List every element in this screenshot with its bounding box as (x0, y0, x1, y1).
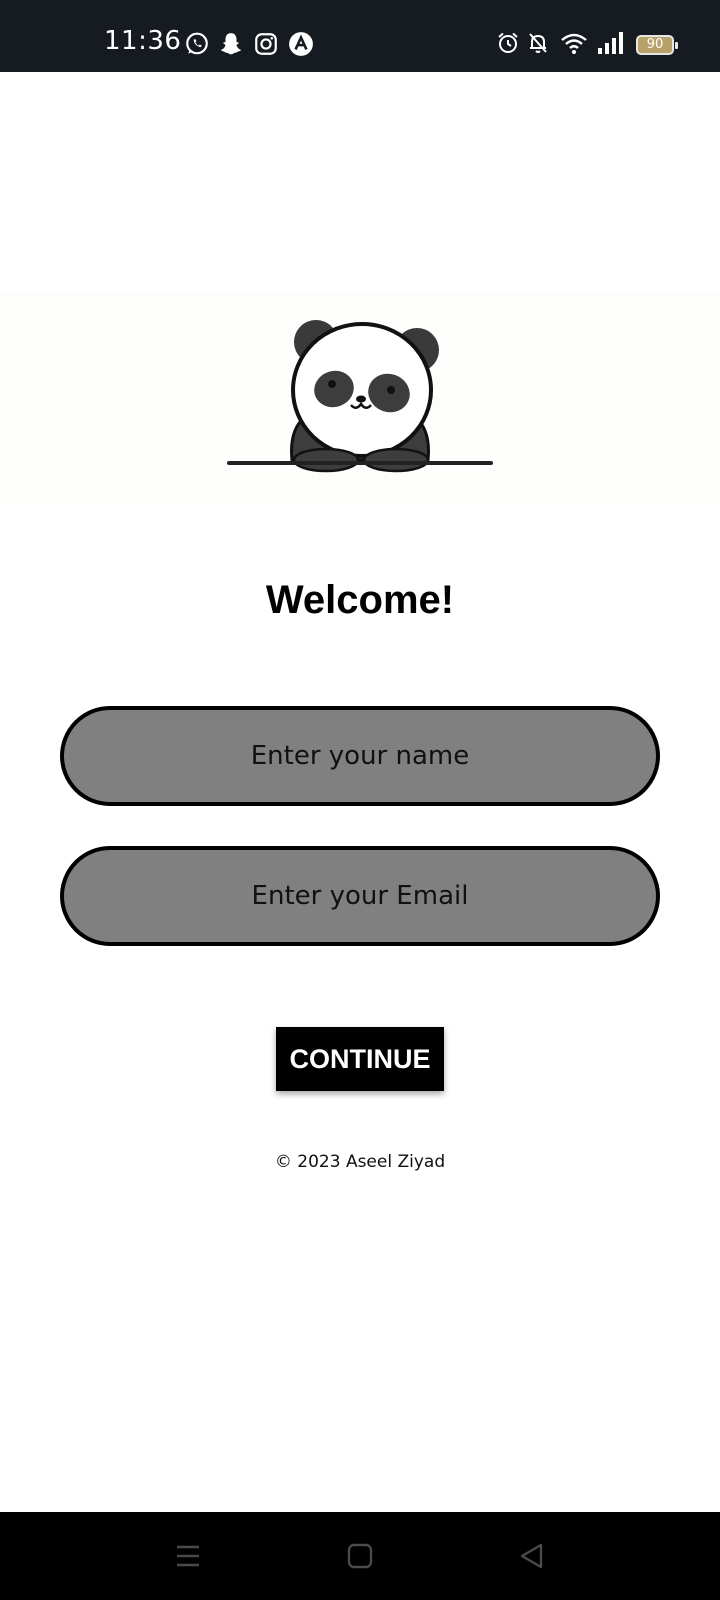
app-a-icon (289, 32, 313, 56)
battery-icon: 90 (636, 35, 678, 55)
battery-level: 90 (646, 37, 664, 52)
email-input[interactable] (64, 850, 656, 942)
bell-muted-icon (529, 33, 547, 53)
email-field-container (60, 846, 660, 946)
copyright-text: © 2023 Aseel Ziyad (274, 1152, 446, 1172)
home-icon[interactable] (338, 1534, 382, 1578)
instagram-icon (255, 33, 277, 55)
wifi-icon (561, 33, 587, 54)
welcome-screen: 11:36 90 Welcome! Enter your name Enter … (0, 0, 720, 1600)
continue-button[interactable]: CONTINUE (276, 1027, 444, 1091)
name-field-container (60, 706, 660, 806)
navigation-bar (0, 1512, 720, 1600)
welcome-title: Welcome! (265, 578, 455, 622)
name-input[interactable] (64, 710, 656, 802)
signal-icon (598, 32, 623, 54)
whatsapp-icon (186, 32, 208, 55)
alarm-icon (498, 32, 518, 53)
status-bar: 11:36 90 (0, 0, 720, 72)
panda-illustration (227, 320, 493, 473)
status-time: 11:36 (104, 26, 182, 56)
back-icon[interactable] (510, 1534, 554, 1578)
menu-icon[interactable] (166, 1534, 210, 1578)
snapchat-icon (220, 33, 242, 55)
